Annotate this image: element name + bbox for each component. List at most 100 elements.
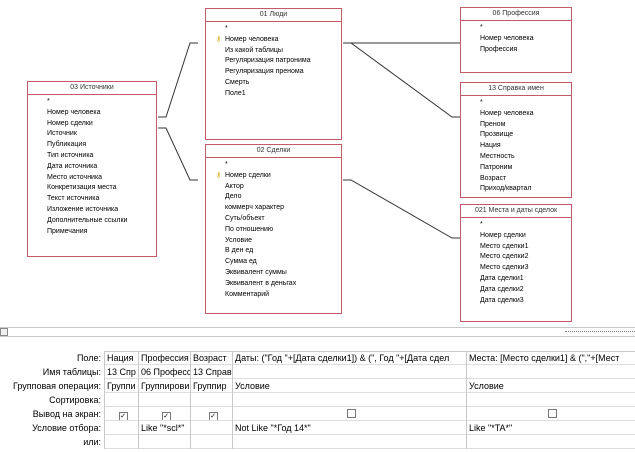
show-checkbox[interactable]: ✓	[161, 412, 171, 420]
field-item[interactable]: Место источника	[28, 173, 156, 184]
grid-cell-table[interactable]	[467, 365, 635, 379]
field-item[interactable]: Место сделки3	[461, 263, 571, 274]
field-item[interactable]: ⚷ Номер человека	[206, 35, 341, 46]
table-title[interactable]: 13 Справка имен	[461, 83, 571, 96]
table-title[interactable]: 03 Источники	[28, 82, 156, 95]
grid-cell-or[interactable]	[233, 435, 467, 449]
field-item[interactable]: Дата сделки2	[461, 285, 571, 296]
field-item[interactable]: Комментарий	[206, 290, 341, 301]
field-item[interactable]: Тип источника	[28, 151, 156, 162]
grid-cell-table[interactable]: 13 Спр	[105, 365, 139, 379]
grid-cell-criteria[interactable]: Like "*TA*"	[467, 421, 635, 435]
show-checkbox-cell[interactable]	[233, 407, 467, 421]
grid-cell-sort[interactable]	[233, 393, 467, 407]
table-title[interactable]: 01 Люди	[206, 9, 341, 22]
field-item[interactable]: Регуляризация патронима	[206, 56, 341, 67]
scroll-button[interactable]	[0, 328, 8, 336]
grid-cell-field[interactable]: Профессия	[139, 351, 191, 365]
grid-cell-criteria[interactable]	[191, 421, 233, 435]
field-item[interactable]: *	[28, 97, 156, 108]
grid-cell-table[interactable]: 13 Справ	[191, 365, 233, 379]
field-item[interactable]: Эквивалент в деньгах	[206, 279, 341, 290]
field-item[interactable]: Номер человека	[461, 34, 571, 45]
field-item[interactable]: Источник	[28, 129, 156, 140]
field-item[interactable]: Дело	[206, 192, 341, 203]
field-item[interactable]: Поле1	[206, 89, 341, 100]
grid-cell-table[interactable]	[233, 365, 467, 379]
field-item[interactable]: Регуляризация пренома	[206, 67, 341, 78]
table-03-sources[interactable]: 03 Источники * Номер человека Номер сделки…	[27, 81, 157, 257]
field-item[interactable]: *	[206, 160, 341, 171]
field-item[interactable]: Номер человека	[28, 108, 156, 119]
table-title[interactable]: 02 Сделки	[206, 145, 341, 158]
field-item[interactable]: коммерч характер	[206, 203, 341, 214]
show-checkbox[interactable]: ✓	[208, 412, 218, 420]
grid-cell-group[interactable]: Условие	[233, 379, 467, 393]
field-item[interactable]: Номер человека	[461, 109, 571, 120]
field-item[interactable]: *	[461, 98, 571, 109]
field-item[interactable]: Нация	[461, 141, 571, 152]
table-13-names[interactable]: 13 Справка имен * Номер человека Преном Про…	[460, 82, 572, 198]
grid-cell-sort[interactable]	[467, 393, 635, 407]
field-item[interactable]: Примечания	[28, 227, 156, 238]
grid-cell-sort[interactable]	[139, 393, 191, 407]
field-item[interactable]: ⚷ Номер сделки	[206, 171, 341, 182]
grid-cell-sort[interactable]	[191, 393, 233, 407]
field-item[interactable]: Публикация	[28, 140, 156, 151]
grid-cell-criteria[interactable]: Like "*scl*"	[139, 421, 191, 435]
field-item[interactable]: По отношению	[206, 225, 341, 236]
show-checkbox[interactable]: ✓	[118, 412, 128, 420]
show-checkbox[interactable]	[346, 409, 356, 418]
grid-cell-or[interactable]	[467, 435, 635, 449]
field-item[interactable]: Условие	[206, 236, 341, 247]
grid-cell-table[interactable]: 06 Професс	[139, 365, 191, 379]
field-item[interactable]: Текст источника	[28, 194, 156, 205]
grid-cell-group[interactable]: Группир	[191, 379, 233, 393]
field-item[interactable]: Смерть	[206, 78, 341, 89]
field-item[interactable]: Актор	[206, 182, 341, 193]
grid-cell-or[interactable]	[139, 435, 191, 449]
field-item[interactable]: Конкретизация места	[28, 183, 156, 194]
grid-cell-criteria[interactable]: Not Like "*Год 14*"	[233, 421, 467, 435]
field-item[interactable]: В ден ед	[206, 246, 341, 257]
field-item[interactable]: Профессия	[461, 45, 571, 56]
field-item[interactable]: Патроним	[461, 163, 571, 174]
field-item[interactable]: Возраст	[461, 174, 571, 185]
field-item[interactable]: Дата источника	[28, 162, 156, 173]
grid-cell-field[interactable]: Места: [Место сделки1] & (","+[Мест	[467, 351, 635, 365]
field-item[interactable]: Дата сделки1	[461, 274, 571, 285]
splitter-handle[interactable]	[565, 331, 635, 332]
show-checkbox-cell[interactable]: ✓	[139, 407, 191, 421]
grid-cell-group[interactable]: Условие	[467, 379, 635, 393]
table-06-profession[interactable]: 06 Профессия * Номер человека Профессия	[460, 7, 572, 73]
field-item[interactable]: Номер сделки	[461, 231, 571, 242]
table-01-people[interactable]: 01 Люди * ⚷ Номер человека Из какой таблицы…	[205, 8, 342, 140]
field-item[interactable]: Местность	[461, 152, 571, 163]
table-021-places-dates[interactable]: 021 Места и даты сделок * Номер сделки Мес…	[460, 204, 572, 322]
grid-cell-group[interactable]: Группирови	[139, 379, 191, 393]
field-item[interactable]: Эквивалент суммы	[206, 268, 341, 279]
field-item[interactable]: Место сделки1	[461, 242, 571, 253]
grid-cell-field[interactable]: Даты: ("Год "+[Дата сделки1]) & (", Год …	[233, 351, 467, 365]
field-item[interactable]: Место сделки2	[461, 252, 571, 263]
pane-splitter[interactable]	[0, 327, 635, 337]
table-title[interactable]: 021 Места и даты сделок	[461, 205, 571, 218]
field-item[interactable]: Прозвище	[461, 130, 571, 141]
grid-cell-or[interactable]	[191, 435, 233, 449]
field-item[interactable]: Изложение источника	[28, 205, 156, 216]
grid-cell-field[interactable]: Нация	[105, 351, 139, 365]
show-checkbox-cell[interactable]: ✓	[105, 407, 139, 421]
show-checkbox-cell[interactable]	[467, 407, 635, 421]
grid-cell-sort[interactable]	[105, 393, 139, 407]
grid-cell-or[interactable]	[105, 435, 139, 449]
table-02-deals[interactable]: 02 Сделки * ⚷ Номер сделки Актор Дело коммерч…	[205, 144, 342, 314]
field-item[interactable]: Суть/объект	[206, 214, 341, 225]
field-item[interactable]: Номер сделки	[28, 119, 156, 130]
grid-cell-criteria[interactable]	[105, 421, 139, 435]
field-item[interactable]: Из какой таблицы	[206, 46, 341, 57]
grid-cell-field[interactable]: Возраст	[191, 351, 233, 365]
field-item[interactable]: Приход/квартал	[461, 184, 571, 195]
field-item[interactable]: Дополнительные ссылки	[28, 216, 156, 227]
show-checkbox[interactable]	[547, 409, 557, 418]
field-item[interactable]: *	[461, 23, 571, 34]
